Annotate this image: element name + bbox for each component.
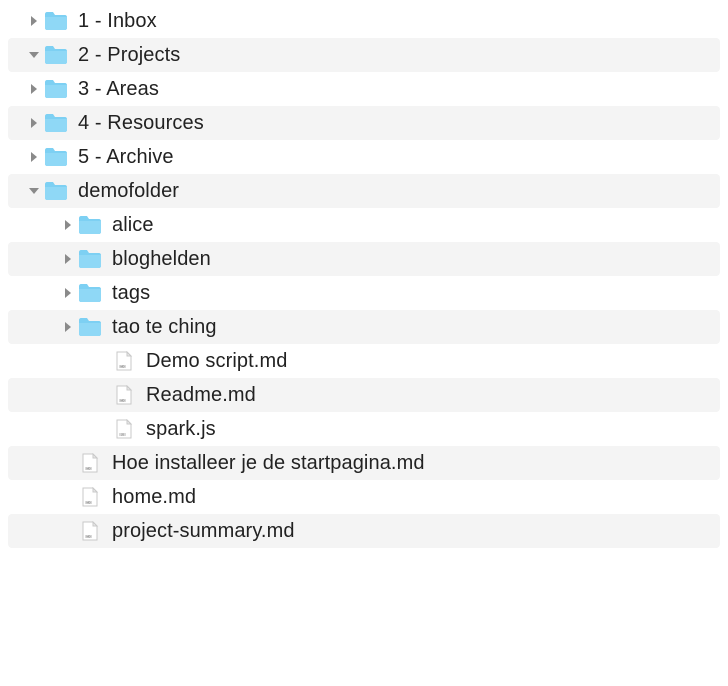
tree-row[interactable]: MD Readme.md xyxy=(8,378,720,412)
tree-row[interactable]: MD home.md xyxy=(8,480,720,514)
chevron-right-icon[interactable] xyxy=(60,319,76,335)
chevron-right-icon[interactable] xyxy=(60,251,76,267)
item-label: alice xyxy=(112,214,154,237)
markdown-file-icon: MD xyxy=(112,384,136,406)
tree-row[interactable]: bloghelden xyxy=(8,242,720,276)
tree-row[interactable]: alice xyxy=(8,208,720,242)
disclosure-chevron xyxy=(60,489,76,505)
folder-icon xyxy=(44,10,68,32)
tree-row[interactable]: MD Hoe installeer je de startpagina.md xyxy=(8,446,720,480)
tree-row[interactable]: 4 - Resources xyxy=(8,106,720,140)
markdown-file-icon: MD xyxy=(78,520,102,542)
tree-row[interactable]: 5 - Archive xyxy=(8,140,720,174)
item-label: 4 - Resources xyxy=(78,112,204,135)
chevron-right-icon[interactable] xyxy=(60,285,76,301)
tree-row[interactable]: JS spark.js xyxy=(8,412,720,446)
folder-icon xyxy=(44,112,68,134)
item-label: demofolder xyxy=(78,180,179,203)
chevron-right-icon[interactable] xyxy=(26,81,42,97)
svg-text:MD: MD xyxy=(120,364,124,368)
chevron-right-icon[interactable] xyxy=(60,217,76,233)
tree-row[interactable]: tao te ching xyxy=(8,310,720,344)
disclosure-chevron xyxy=(94,421,110,437)
disclosure-chevron xyxy=(94,387,110,403)
folder-icon xyxy=(78,282,102,304)
disclosure-chevron xyxy=(60,455,76,471)
item-label: 3 - Areas xyxy=(78,78,159,101)
chevron-down-icon[interactable] xyxy=(26,47,42,63)
folder-icon xyxy=(78,248,102,270)
folder-icon xyxy=(44,180,68,202)
item-label: 5 - Archive xyxy=(78,146,174,169)
item-label: Readme.md xyxy=(146,384,256,407)
markdown-file-icon: MD xyxy=(78,452,102,474)
item-label: spark.js xyxy=(146,418,216,441)
folder-icon xyxy=(78,316,102,338)
chevron-right-icon[interactable] xyxy=(26,13,42,29)
tree-row[interactable]: MD project-summary.md xyxy=(8,514,720,548)
svg-text:MD: MD xyxy=(120,398,124,402)
chevron-down-icon[interactable] xyxy=(26,183,42,199)
item-label: tags xyxy=(112,282,150,305)
svg-text:JS: JS xyxy=(121,432,124,436)
tree-row[interactable]: demofolder xyxy=(8,174,720,208)
disclosure-chevron xyxy=(94,353,110,369)
markdown-file-icon: MD xyxy=(78,486,102,508)
folder-icon xyxy=(44,78,68,100)
item-label: tao te ching xyxy=(112,316,217,339)
item-label: 1 - Inbox xyxy=(78,10,157,33)
folder-icon xyxy=(44,146,68,168)
tree-row[interactable]: 1 - Inbox xyxy=(8,4,720,38)
item-label: bloghelden xyxy=(112,248,211,271)
svg-text:MD: MD xyxy=(86,534,90,538)
folder-icon xyxy=(78,214,102,236)
markdown-file-icon: MD xyxy=(112,350,136,372)
tree-row[interactable]: MD Demo script.md xyxy=(8,344,720,378)
tree-row[interactable]: 3 - Areas xyxy=(8,72,720,106)
js-file-icon: JS xyxy=(112,418,136,440)
file-tree: 1 - Inbox 2 - Projects 3 - Areas 4 - Res… xyxy=(8,4,720,548)
tree-row[interactable]: tags xyxy=(8,276,720,310)
chevron-right-icon[interactable] xyxy=(26,115,42,131)
svg-text:MD: MD xyxy=(86,466,90,470)
svg-text:MD: MD xyxy=(86,500,90,504)
item-label: project-summary.md xyxy=(112,520,295,543)
folder-icon xyxy=(44,44,68,66)
item-label: Hoe installeer je de startpagina.md xyxy=(112,452,425,475)
tree-row[interactable]: 2 - Projects xyxy=(8,38,720,72)
item-label: Demo script.md xyxy=(146,350,287,373)
item-label: home.md xyxy=(112,486,196,509)
disclosure-chevron xyxy=(60,523,76,539)
item-label: 2 - Projects xyxy=(78,44,180,67)
chevron-right-icon[interactable] xyxy=(26,149,42,165)
